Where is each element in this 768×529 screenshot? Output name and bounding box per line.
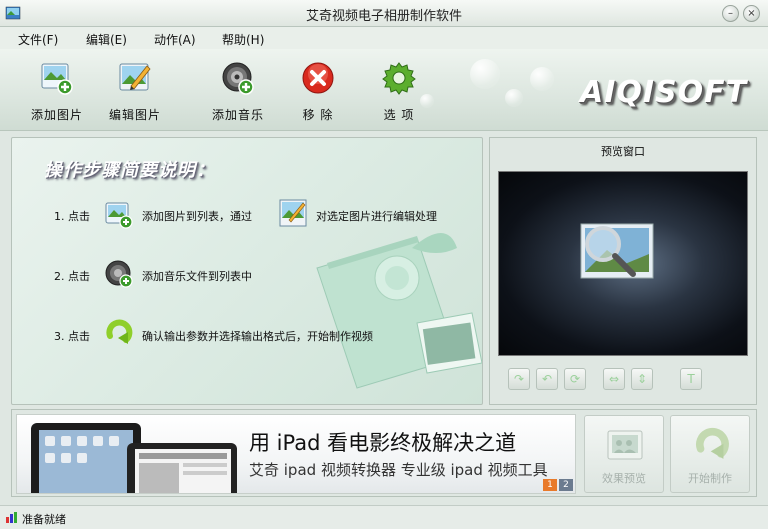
menu-action[interactable]: 动作(A) (154, 31, 196, 48)
step3-prefix: 3. 点击 (54, 330, 90, 343)
steps-title: 操作步骤简要说明： (44, 160, 215, 181)
edit-image-button[interactable]: 编辑图片 (95, 57, 175, 127)
edit-image-icon (279, 199, 307, 227)
step1-mid: 添加图片到列表，通过 (142, 210, 252, 223)
start-arrow-icon (106, 319, 133, 344)
add-image-button[interactable]: 添加图片 (17, 57, 97, 127)
toolbar: 添加图片 编辑图片 添加音乐 移 除 选 项 AIQISOFT (0, 49, 768, 131)
rotate-left-button[interactable]: ↶ (536, 368, 558, 390)
options-button[interactable]: 选 项 (359, 57, 439, 127)
remove-button[interactable]: 移 除 (278, 57, 358, 127)
preview-effect-button[interactable]: 效果预览 (584, 415, 664, 493)
flip-horizontal-button[interactable]: ⇔ (603, 368, 625, 390)
banner-headline: 用 iPad 看电影终极解决之道 (249, 431, 517, 455)
preview-panel: 预览窗口 ↷ ↶ ⟳ ⇔ ⇕ T (489, 137, 757, 405)
step2-prefix: 2. 点击 (54, 270, 90, 283)
remove-label: 移 除 (302, 108, 334, 122)
add-music-button[interactable]: 添加音乐 (198, 57, 278, 127)
preview-effect-icon (607, 430, 643, 460)
step1-prefix: 1. 点击 (54, 210, 90, 223)
add-image-label: 添加图片 (30, 108, 83, 122)
status-chart-icon (6, 512, 17, 523)
status-text: 准备就绪 (22, 513, 66, 526)
brand-logo: AIQISOFT (580, 75, 748, 110)
window-title: 艾奇视频电子相册制作软件 (305, 9, 462, 24)
add-image-icon (105, 202, 133, 229)
step2-text: 添加音乐文件到列表中 (142, 270, 252, 283)
search-image-icon (580, 223, 654, 279)
decor-bubble (505, 89, 523, 107)
minimize-button[interactable]: – (722, 5, 739, 22)
preview-effect-label: 效果预览 (602, 472, 646, 485)
close-button[interactable]: × (743, 5, 760, 22)
banner-page-1[interactable]: 1 (543, 479, 557, 491)
menu-file[interactable]: 文件(F) (18, 31, 58, 48)
step3-text: 确认输出参数并选择输出格式后，开始制作视频 (142, 330, 373, 343)
gear-icon (382, 62, 416, 95)
step1-suffix: 对选定图片进行编辑处理 (316, 210, 437, 223)
add-music-icon (222, 62, 254, 95)
start-make-label: 开始制作 (688, 472, 732, 485)
status-bar: 准备就绪 (0, 505, 768, 529)
banner-page-2[interactable]: 2 (559, 479, 573, 491)
ipad-image (31, 423, 237, 493)
preview-title: 预览窗口 (601, 145, 645, 158)
rotate-right-button[interactable]: ↷ (508, 368, 530, 390)
bottom-panel: 用 iPad 看电影终极解决之道 艾奇 ipad 视频转换器 专业级 ipad … (11, 409, 757, 497)
menu-bar: 文件(F) 编辑(E) 动作(A) 帮助(H) (0, 27, 768, 49)
preview-window (498, 171, 748, 356)
options-label: 选 项 (383, 108, 415, 122)
flip-vertical-button[interactable]: ⇕ (631, 368, 653, 390)
add-image-icon (41, 63, 73, 95)
decor-bubble (530, 67, 554, 91)
start-arrow-icon (696, 427, 729, 459)
ad-banner[interactable]: 用 iPad 看电影终极解决之道 艾奇 ipad 视频转换器 专业级 ipad … (16, 414, 576, 494)
title-bar: 艾奇视频电子相册制作软件 – × (0, 0, 768, 27)
remove-icon (302, 62, 334, 94)
photo-album-decoration (316, 233, 482, 389)
rotate-button[interactable]: ⟳ (564, 368, 586, 390)
add-music-icon (105, 260, 133, 288)
add-music-label: 添加音乐 (211, 108, 264, 122)
menu-help[interactable]: 帮助(H) (222, 31, 264, 48)
menu-edit[interactable]: 编辑(E) (86, 31, 127, 48)
start-make-button[interactable]: 开始制作 (670, 415, 750, 493)
decor-bubble (470, 59, 500, 89)
steps-panel: 操作步骤简要说明： 1. 点击 添加图片到列表，通过 对选定图片进行编辑处理 2… (11, 137, 483, 405)
edit-image-label: 编辑图片 (108, 108, 161, 122)
edit-image-icon (119, 63, 151, 91)
banner-subline: 艾奇 ipad 视频转换器 专业级 ipad 视频工具 (249, 461, 548, 479)
text-button[interactable]: T (680, 368, 702, 390)
